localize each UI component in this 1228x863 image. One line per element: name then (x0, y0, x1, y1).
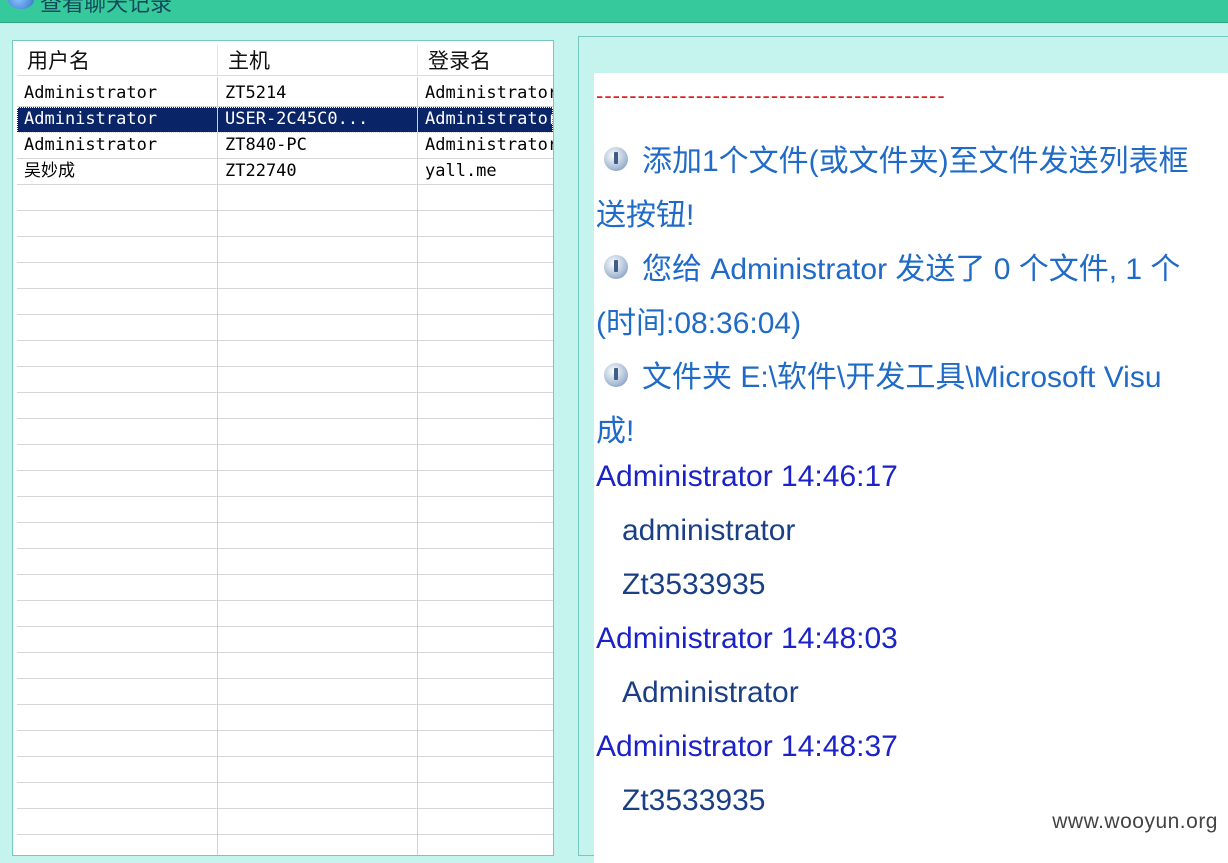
app-icon (8, 0, 34, 9)
empty-row (17, 237, 553, 263)
empty-row (17, 185, 553, 211)
cell-login: Administrator (418, 81, 553, 106)
message-text: Zt3533935 (622, 568, 765, 602)
system-message: 添加1个文件(或文件夹)至文件发送列表框 (596, 136, 1189, 180)
system-message: 您给 Administrator 发送了 0 个文件, 1 个 (596, 244, 1180, 288)
empty-row (17, 627, 553, 653)
system-message-cont: 成! (596, 406, 634, 450)
watermark: www.wooyun.org (1052, 810, 1218, 834)
empty-row (17, 315, 553, 341)
cell-host: ZT22740 (218, 159, 418, 184)
empty-row (17, 705, 553, 731)
message-text: administrator (622, 514, 795, 548)
cell-host: USER-2C45C0... (218, 107, 418, 132)
system-message-text: 您给 Administrator 发送了 0 个文件, 1 个 (642, 253, 1180, 286)
cell-host: ZT840-PC (218, 133, 418, 158)
message-header: Administrator 14:48:03 (596, 622, 898, 656)
empty-row (17, 263, 553, 289)
empty-row (17, 575, 553, 601)
empty-row (17, 835, 553, 856)
cell-host: ZT5214 (218, 81, 418, 106)
info-icon (604, 255, 628, 279)
empty-row (17, 211, 553, 237)
empty-row (17, 783, 553, 809)
system-message-cont: (时间:08:36:04) (596, 298, 801, 342)
cell-username: Administrator (17, 133, 218, 158)
cell-username: Administrator (17, 107, 218, 132)
empty-row (17, 601, 553, 627)
cell-username: 吴妙成 (17, 159, 218, 184)
table-row[interactable]: 吴妙成ZT22740yall.me (17, 159, 553, 185)
table-row[interactable]: AdministratorZT840-PCAdministrator (17, 133, 553, 159)
system-message-text: 文件夹 E:\软件\开发工具\Microsoft Visu (642, 361, 1162, 394)
empty-row (17, 471, 553, 497)
empty-row (17, 757, 553, 783)
empty-row (17, 731, 553, 757)
empty-row (17, 289, 553, 315)
cell-login: yall.me (418, 159, 553, 184)
table-row[interactable]: AdministratorUSER-2C45C0...Administrator (17, 107, 553, 133)
empty-row (17, 653, 553, 679)
window-title: 查看聊天记录 (40, 0, 172, 18)
info-icon (604, 147, 628, 171)
chat-divider: ----------------------------------------… (596, 83, 946, 109)
message-header: Administrator 14:48:37 (596, 730, 898, 764)
message-text: Zt3533935 (622, 784, 765, 818)
empty-row (17, 679, 553, 705)
message-header: Administrator 14:46:17 (596, 460, 898, 494)
system-message-text: 添加1个文件(或文件夹)至文件发送列表框 (642, 145, 1189, 178)
chat-log[interactable]: ----------------------------------------… (594, 73, 1228, 863)
user-list[interactable]: 用户名 主机 登录名 AdministratorZT5214Administra… (12, 40, 554, 856)
empty-row (17, 367, 553, 393)
column-header-username[interactable]: 用户名 (17, 45, 218, 75)
message-text: Administrator (622, 676, 799, 710)
title-bar: 查看聊天记录 (0, 0, 1228, 23)
column-divider (217, 77, 218, 856)
empty-row (17, 549, 553, 575)
column-header-host[interactable]: 主机 (218, 45, 418, 75)
list-header: 用户名 主机 登录名 (17, 45, 553, 76)
empty-row (17, 809, 553, 835)
empty-row (17, 419, 553, 445)
table-row[interactable]: AdministratorZT5214Administrator (17, 81, 553, 107)
empty-row (17, 393, 553, 419)
column-divider (417, 77, 418, 856)
empty-row (17, 523, 553, 549)
info-icon (604, 363, 628, 387)
empty-row (17, 341, 553, 367)
empty-row (17, 497, 553, 523)
empty-row (17, 445, 553, 471)
cell-login: Administrator (418, 107, 553, 132)
cell-username: Administrator (17, 81, 218, 106)
cell-login: Administrator (418, 133, 553, 158)
column-header-login[interactable]: 登录名 (418, 45, 553, 75)
system-message: 文件夹 E:\软件\开发工具\Microsoft Visu (596, 352, 1162, 396)
system-message-cont: 送按钮! (596, 190, 694, 234)
